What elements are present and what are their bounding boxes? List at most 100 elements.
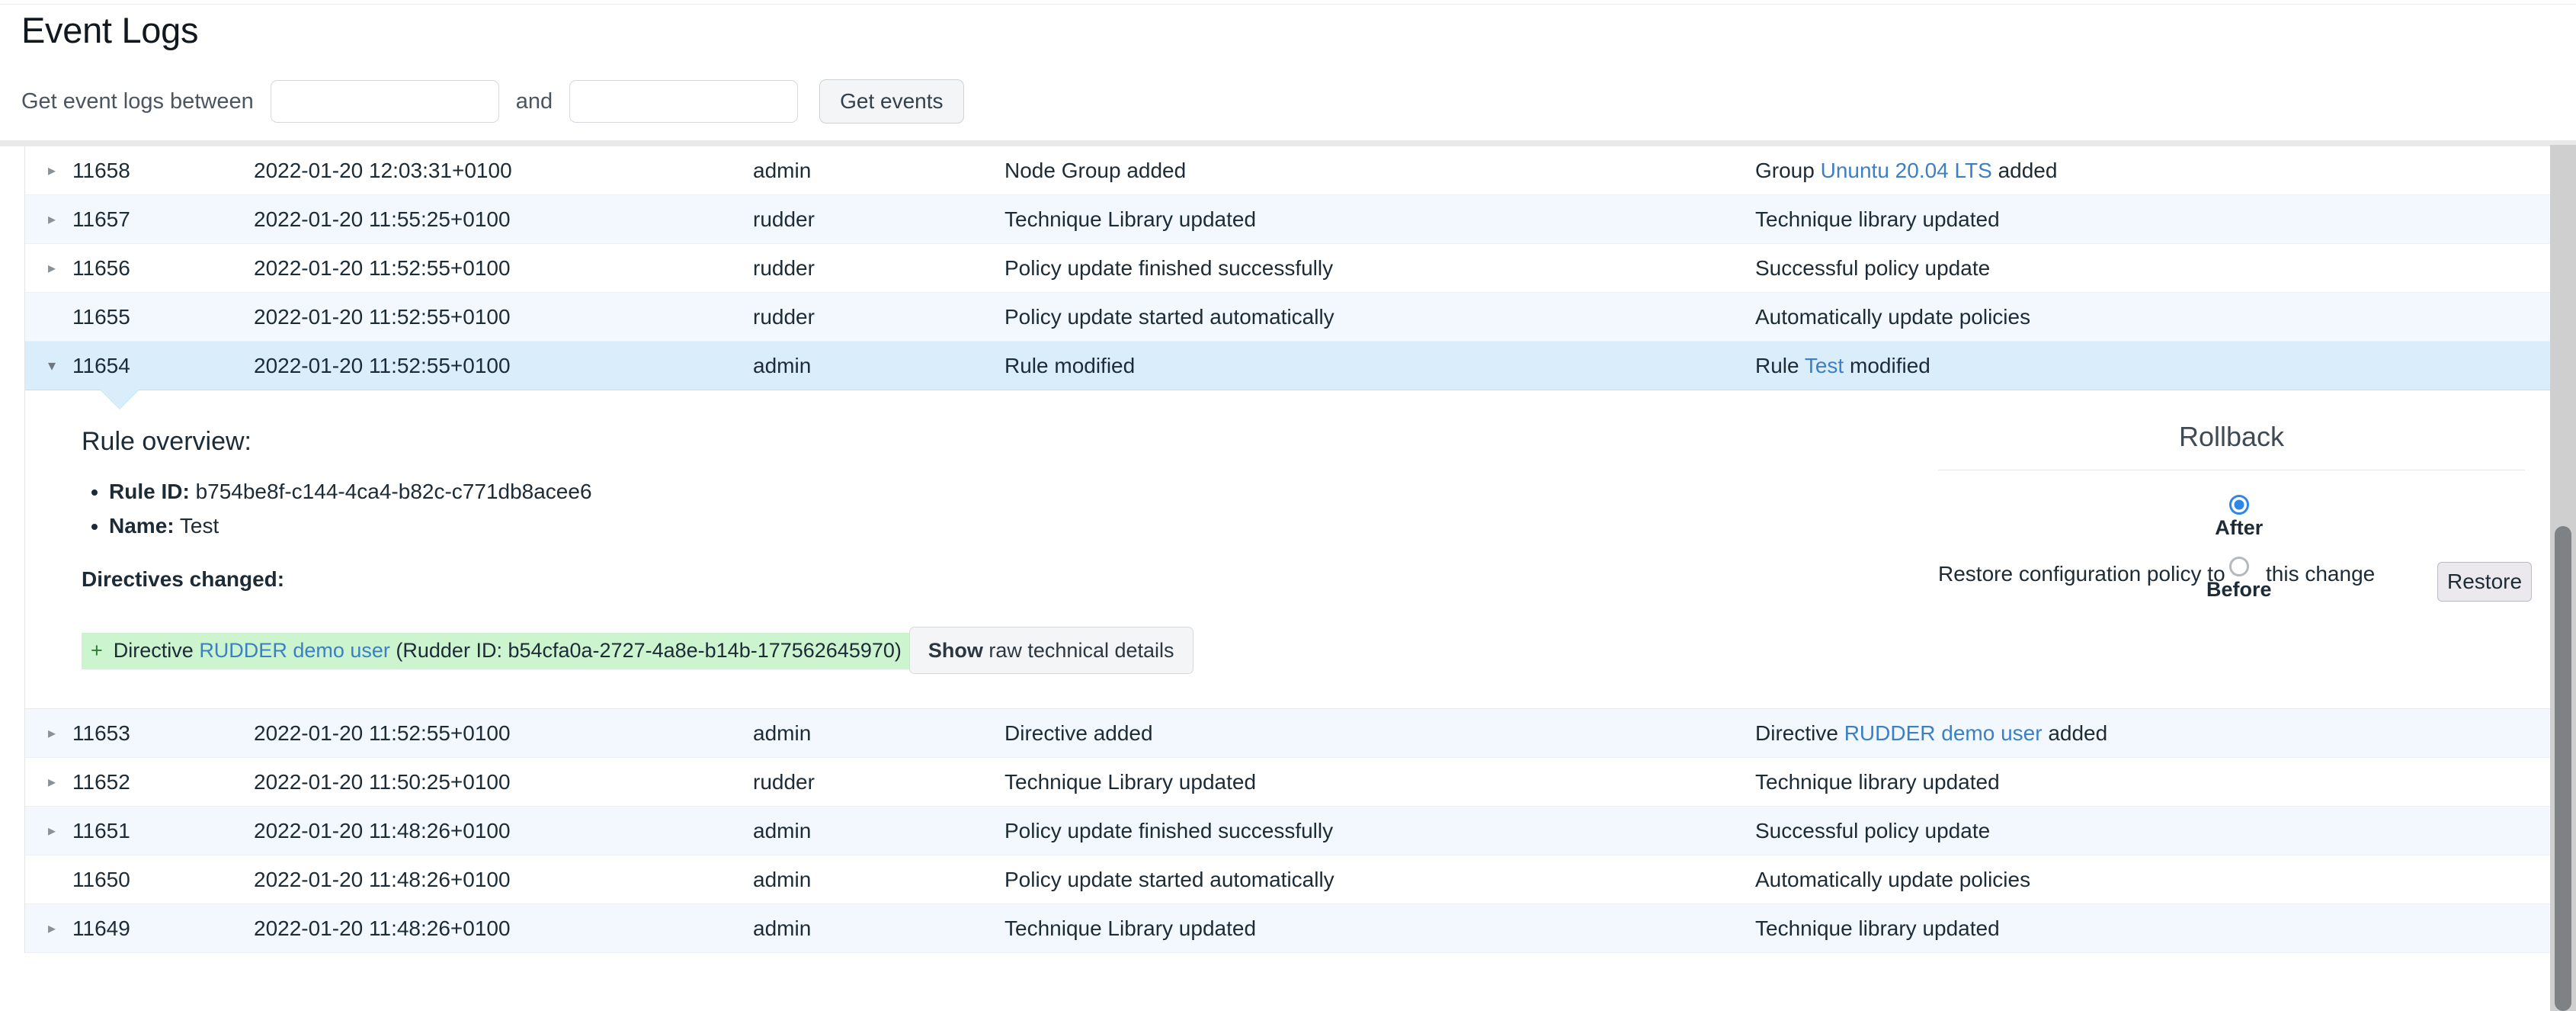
cell-date: 2022-01-20 11:48:26+0100 bbox=[254, 916, 753, 941]
cell-event-id: ▸11651 bbox=[25, 819, 254, 843]
cell-event-type: Rule modified bbox=[1004, 354, 1755, 378]
directive-link[interactable]: RUDDER demo user bbox=[199, 639, 390, 662]
cell-actor: admin bbox=[753, 819, 1004, 843]
table-row[interactable]: ▸116572022-01-20 11:55:25+0100rudderTech… bbox=[25, 195, 2571, 244]
rule-id-label: Rule ID: bbox=[109, 480, 190, 503]
event-logs-page: Event Logs Get event logs between and Ge… bbox=[0, 0, 2576, 1011]
show-raw-strong: Show bbox=[928, 639, 983, 662]
event-id-text: 11654 bbox=[72, 354, 130, 378]
cell-event-id: ▸ 11652 bbox=[25, 770, 254, 794]
cell-actor: admin bbox=[753, 916, 1004, 941]
date-from-input[interactable] bbox=[271, 80, 499, 123]
description-prefix: Group bbox=[1755, 159, 1821, 182]
table-row[interactable]: ▾116542022-01-20 11:52:55+0100adminRule … bbox=[25, 342, 2571, 390]
cell-description: Group Ununtu 20.04 LTS added bbox=[1755, 159, 2571, 183]
description-prefix: Successful policy update bbox=[1755, 819, 1990, 842]
description-link[interactable]: Test bbox=[1805, 354, 1844, 377]
date-to-input[interactable] bbox=[569, 80, 798, 123]
cell-description: Successful policy update bbox=[1755, 256, 2571, 281]
description-link[interactable]: Ununtu 20.04 LTS bbox=[1821, 159, 1992, 182]
cell-actor: rudder bbox=[753, 207, 1004, 232]
event-logs-table: ▸116582022-01-20 12:03:31+0100adminNode … bbox=[24, 146, 2571, 953]
rule-id-value: b754be8f-c144-4ca4-b82c-c771db8acee6 bbox=[196, 480, 592, 503]
rule-overview-list: Rule ID: b754be8f-c144-4ca4-b82c-c771db8… bbox=[82, 477, 1923, 541]
cell-event-type: Node Group added bbox=[1004, 159, 1755, 183]
table-row[interactable]: ▸116582022-01-20 12:03:31+0100adminNode … bbox=[25, 146, 2571, 195]
caret-right-icon[interactable]: ▸ bbox=[48, 726, 65, 741]
description-suffix: added bbox=[1992, 159, 2058, 182]
plus-icon: + bbox=[82, 639, 114, 662]
caret-right-icon[interactable]: ▸ bbox=[48, 212, 65, 227]
cell-actor: admin bbox=[753, 354, 1004, 378]
caret-right-icon[interactable]: ▸ bbox=[48, 261, 65, 276]
cell-date: 2022-01-20 11:52:55+0100 bbox=[254, 256, 753, 281]
event-id-text: 11658 bbox=[72, 159, 130, 183]
show-raw-details-button[interactable]: Show raw technical details bbox=[909, 627, 1193, 674]
table-row[interactable]: ▸116522022-01-20 11:50:25+0100rudderTech… bbox=[25, 758, 2571, 807]
cell-date: 2022-01-20 11:48:26+0100 bbox=[254, 868, 753, 892]
show-raw-rest: raw technical details bbox=[983, 639, 1174, 662]
cell-event-type: Technique Library updated bbox=[1004, 207, 1755, 232]
cell-event-type: Policy update started automatically bbox=[1004, 305, 1755, 329]
event-id-text: 11649 bbox=[72, 916, 130, 941]
directive-suffix: (Rudder ID: b54cfa0a-2727-4a8e-b14b-1775… bbox=[390, 639, 902, 662]
cell-description: Technique library updated bbox=[1755, 207, 2571, 232]
rule-id-item: Rule ID: b754be8f-c144-4ca4-b82c-c771db8… bbox=[109, 477, 1923, 508]
event-id-text: 11653 bbox=[72, 721, 130, 746]
cell-description: Technique library updated bbox=[1755, 770, 2571, 794]
rollback-after-label: After bbox=[2215, 516, 2263, 540]
page-title: Event Logs bbox=[21, 11, 198, 50]
rule-overview-section: Rule overview: Rule ID: b754be8f-c144-4ca… bbox=[25, 390, 1923, 708]
cell-event-id: ▸11655 bbox=[25, 305, 254, 329]
rollback-option-after[interactable]: After bbox=[2215, 495, 2263, 540]
cell-date: 2022-01-20 11:55:25+0100 bbox=[254, 207, 753, 232]
radio-after-icon[interactable] bbox=[2229, 495, 2249, 515]
table-row[interactable]: ▸116562022-01-20 11:52:55+0100rudderPoli… bbox=[25, 244, 2571, 293]
cell-actor: rudder bbox=[753, 305, 1004, 329]
table-row[interactable]: ▸116552022-01-20 11:52:55+0100rudderPoli… bbox=[25, 293, 2571, 342]
rollback-radio-group: AfterBefore bbox=[2206, 495, 2272, 602]
event-id-text: 11655 bbox=[72, 305, 130, 329]
scrollbar-thumb[interactable] bbox=[2555, 526, 2571, 1011]
cell-event-id: ▸11657 bbox=[25, 207, 254, 232]
caret-down-icon[interactable]: ▾ bbox=[48, 358, 65, 374]
cell-event-id: ▸ 11658 bbox=[25, 159, 254, 183]
table-row[interactable]: ▸ 11649 2022-01-20 11:48:26+0100adminTechn… bbox=[25, 904, 2571, 953]
directive-prefix: Directive bbox=[114, 639, 200, 662]
table-row[interactable]: ▸116512022-01-20 11:48:26+0100adminPolic… bbox=[25, 807, 2571, 855]
caret-right-icon[interactable]: ▸ bbox=[48, 775, 65, 790]
cell-event-type: Technique Library updated bbox=[1004, 916, 1755, 941]
rule-overview-heading: Rule overview: bbox=[82, 427, 1923, 457]
restore-button[interactable]: Restore bbox=[2437, 562, 2532, 602]
cell-event-id: ▸11656 bbox=[25, 256, 254, 281]
filter-label: Get event logs between bbox=[21, 89, 254, 114]
event-detail-panel: Rule overview: Rule ID: b754be8f-c144-4ca… bbox=[25, 390, 2571, 709]
get-events-button[interactable]: Get events bbox=[819, 79, 963, 124]
cell-event-type: Policy update finished successfully bbox=[1004, 256, 1755, 281]
vertical-scrollbar[interactable] bbox=[2550, 145, 2576, 1011]
restore-prefix-label: Restore configuration policy to bbox=[1938, 562, 2199, 586]
cell-event-type: Technique Library updated bbox=[1004, 770, 1755, 794]
cell-description: Directive RUDDER demo user added bbox=[1755, 721, 2571, 746]
rollback-section: Rollback AfterBefore Restore configuration… bbox=[1923, 390, 2571, 708]
table-row[interactable]: ▸116502022-01-20 11:48:26+0100adminPolic… bbox=[25, 855, 2571, 904]
cell-event-id: ▾ 11654 bbox=[25, 354, 254, 378]
cell-description: Automatically update policies bbox=[1755, 305, 2571, 329]
cell-date: 2022-01-20 11:52:55+0100 bbox=[254, 305, 753, 329]
table-row[interactable]: ▸116532022-01-20 11:52:55+0100adminDirec… bbox=[25, 709, 2571, 758]
cell-actor: admin bbox=[753, 721, 1004, 746]
cell-actor: admin bbox=[753, 159, 1004, 183]
caret-right-icon[interactable]: ▸ bbox=[48, 823, 65, 839]
description-prefix: Automatically update policies bbox=[1755, 305, 2030, 329]
cell-description: Automatically update policies bbox=[1755, 868, 2571, 892]
description-link[interactable]: RUDDER demo user bbox=[1844, 721, 2043, 745]
page-header: Event Logs Get event logs between and Ge… bbox=[0, 5, 2576, 143]
rollback-title: Rollback bbox=[1938, 409, 2525, 453]
caret-right-icon[interactable]: ▸ bbox=[48, 921, 65, 936]
caret-right-icon[interactable]: ▸ bbox=[48, 163, 65, 178]
event-id-text: 11652 bbox=[72, 770, 130, 794]
radio-before-icon[interactable] bbox=[2229, 557, 2249, 576]
description-suffix: added bbox=[2043, 721, 2108, 745]
rule-name-value: Test bbox=[180, 514, 219, 538]
directive-added-row: +Directive RUDDER demo user (Rudder ID: … bbox=[82, 633, 909, 669]
